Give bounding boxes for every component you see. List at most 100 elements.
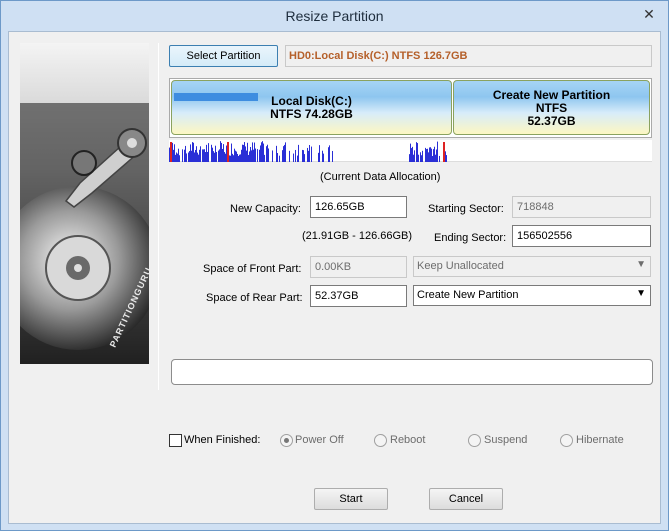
allocation-bar: [184, 149, 185, 162]
allocation-bar: [204, 149, 205, 162]
data-allocation-graph: [169, 141, 447, 162]
allocation-bar: [276, 145, 277, 162]
allocation-bar: [318, 152, 319, 162]
partition-c-info: NTFS 74.28GB: [270, 107, 353, 121]
partition-c-block[interactable]: Local Disk(C:) NTFS 74.28GB: [171, 80, 452, 135]
allocation-bar: [169, 147, 170, 162]
radio-reboot[interactable]: [374, 434, 387, 447]
allocation-bar: [413, 154, 414, 162]
allocation-bar: [196, 146, 197, 162]
radio-suspend-label: Suspend: [484, 434, 528, 446]
allocation-bar: [233, 155, 234, 162]
front-space-action-select: Keep Unallocated ▼: [413, 256, 651, 277]
radio-power-off[interactable]: [280, 434, 293, 447]
allocation-bar: [192, 142, 193, 162]
new-capacity-label: New Capacity:: [230, 203, 301, 215]
allocation-bar: [202, 149, 203, 162]
select-partition-button[interactable]: Select Partition: [169, 45, 278, 67]
title-bar: Resize Partition ✕: [1, 1, 668, 31]
allocation-bar: [230, 155, 231, 162]
allocation-bar: [284, 144, 285, 162]
data-allocation-strip: [169, 140, 652, 162]
allocation-bar: [189, 151, 190, 162]
radio-power-off-label: Power Off: [295, 434, 344, 446]
allocation-bar: [261, 142, 262, 162]
allocation-bar: [172, 142, 173, 162]
cancel-button[interactable]: Cancel: [429, 488, 503, 510]
allocation-bar: [179, 155, 180, 162]
allocation-bar: [279, 155, 280, 162]
allocation-bar: [241, 149, 242, 162]
allocation-bar: [253, 149, 254, 162]
radio-reboot-label: Reboot: [390, 434, 426, 446]
progress-bar: [171, 359, 653, 385]
selected-partition-path: HD0:Local Disk(C:) NTFS 126.7GB: [285, 45, 652, 67]
allocation-bar: [430, 147, 431, 162]
rear-space-action-select[interactable]: Create New Partition ▼: [413, 285, 651, 306]
allocation-bar: [243, 144, 244, 162]
ending-sector-input[interactable]: 156502556: [512, 225, 651, 247]
when-finished-checkbox[interactable]: [169, 434, 182, 447]
close-button[interactable]: ✕: [636, 5, 662, 25]
rear-space-input[interactable]: 52.37GB: [310, 285, 407, 307]
allocation-bar: [285, 142, 286, 162]
allocation-bar: [297, 155, 298, 162]
allocation-bar: [332, 150, 333, 162]
allocation-bar: [411, 148, 412, 162]
allocation-bar: [322, 150, 323, 162]
radio-hibernate[interactable]: [560, 434, 573, 447]
allocation-bar: [205, 152, 206, 162]
allocation-bar: [175, 154, 176, 162]
allocation-bar: [426, 149, 427, 162]
allocation-bar: [421, 155, 422, 162]
allocation-bar: [283, 146, 284, 162]
allocation-bar: [260, 145, 261, 162]
allocation-bar: [219, 149, 220, 162]
new-capacity-input[interactable]: 126.65GB: [310, 196, 407, 218]
allocation-bar: [252, 142, 253, 162]
start-button[interactable]: Start: [314, 488, 388, 510]
allocation-bar: [409, 154, 410, 162]
allocation-bar: [259, 149, 260, 162]
allocation-bar: [176, 152, 177, 162]
front-space-field: 0.00KB: [310, 256, 407, 278]
dialog-body: PARTITIONGURU Select Partition HD0:Local…: [8, 31, 661, 524]
allocation-bar: [188, 152, 189, 162]
allocation-bar: [282, 150, 283, 162]
allocation-bar: [199, 149, 200, 162]
allocation-bar: [191, 150, 192, 162]
allocation-bar: [177, 153, 178, 162]
allocation-bar: [235, 150, 236, 162]
allocation-bar: [432, 155, 433, 162]
allocation-bar: [220, 141, 221, 162]
disk-map: Local Disk(C:) NTFS 74.28GB Create New P…: [169, 78, 652, 138]
starting-sector-field: 718848: [512, 196, 651, 218]
allocation-bar: [178, 148, 179, 162]
allocation-bar: [435, 154, 436, 162]
allocation-bar: [174, 144, 175, 162]
allocation-bar: [248, 154, 249, 162]
allocation-bar: [303, 150, 304, 162]
allocation-bar: [302, 149, 303, 162]
allocation-bar: [223, 144, 224, 162]
allocation-bar: [414, 150, 415, 162]
allocation-bar: [200, 146, 201, 162]
allocation-bar: [254, 142, 255, 162]
allocation-bar: [277, 152, 278, 162]
allocation-bar: [226, 145, 227, 162]
new-partition-block[interactable]: Create New Partition NTFS 52.37GB: [453, 80, 650, 135]
allocation-bar: [412, 146, 413, 162]
allocation-bar: [216, 151, 217, 162]
chevron-down-icon: ▼: [636, 288, 646, 299]
allocation-bar: [255, 148, 256, 162]
chevron-down-icon: ▼: [636, 259, 646, 270]
radio-suspend[interactable]: [468, 434, 481, 447]
allocation-bar: [429, 147, 430, 162]
allocation-bar: [433, 149, 434, 162]
allocation-bar: [194, 152, 195, 162]
resize-partition-dialog: Resize Partition ✕ PARTITIONGURU Select …: [0, 0, 669, 531]
allocation-bar: [293, 153, 294, 162]
allocation-bar: [239, 154, 240, 162]
allocation-bar: [234, 148, 235, 162]
allocation-bar: [232, 153, 233, 162]
